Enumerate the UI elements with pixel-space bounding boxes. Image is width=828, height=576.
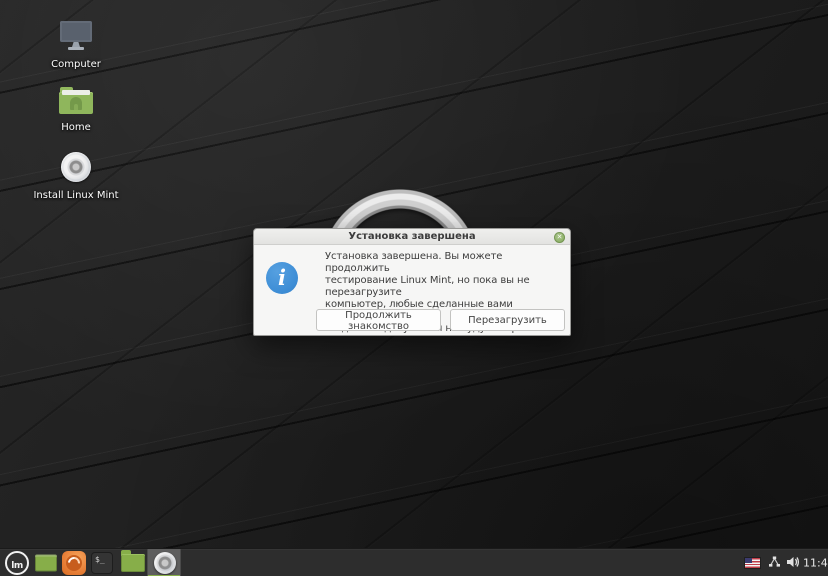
continue-testing-button[interactable]: Продолжить знакомство: [316, 309, 441, 332]
mint-menu-button[interactable]: lm: [5, 550, 29, 575]
desktop-icon-label: Computer: [51, 59, 101, 70]
computer-monitor-icon: [59, 21, 93, 51]
taskbar-clock[interactable]: 11:45: [803, 556, 828, 569]
installer-window-button[interactable]: [147, 549, 181, 576]
desktop-icon-computer[interactable]: Computer: [26, 21, 126, 70]
close-icon[interactable]: ✕: [554, 231, 565, 243]
desktop-icon-label: Install Linux Mint: [33, 190, 119, 201]
volume-icon[interactable]: [786, 553, 800, 572]
home-folder-icon: [59, 87, 93, 114]
terminal-icon[interactable]: $_: [91, 551, 113, 574]
taskbar: lm $_ 11:4: [0, 548, 828, 576]
install-cd-icon: [61, 152, 91, 182]
network-icon[interactable]: [768, 553, 781, 572]
show-desktop-button[interactable]: [35, 554, 57, 571]
firefox-icon[interactable]: [62, 550, 86, 575]
dialog-titlebar[interactable]: Установка завершена ✕: [254, 229, 570, 245]
installation-complete-dialog: Установка завершена ✕ i Установка заверш…: [253, 228, 571, 336]
restart-button[interactable]: Перезагрузить: [450, 309, 565, 331]
desktop-screen: Computer Home Install Linux Mint Установ…: [0, 0, 828, 576]
desktop-icon-install-linux-mint[interactable]: Install Linux Mint: [26, 152, 126, 201]
installer-cd-icon: [154, 552, 176, 574]
mint-logo-arc: [310, 184, 490, 234]
desktop-icon-label: Home: [61, 122, 91, 133]
dialog-title: Установка завершена: [348, 231, 476, 242]
files-icon[interactable]: [121, 549, 145, 572]
info-icon: i: [266, 262, 298, 294]
desktop-icon-home[interactable]: Home: [26, 87, 126, 133]
keyboard-layout-us-flag-icon[interactable]: [745, 557, 760, 568]
mint-logo-icon: lm: [11, 560, 23, 571]
